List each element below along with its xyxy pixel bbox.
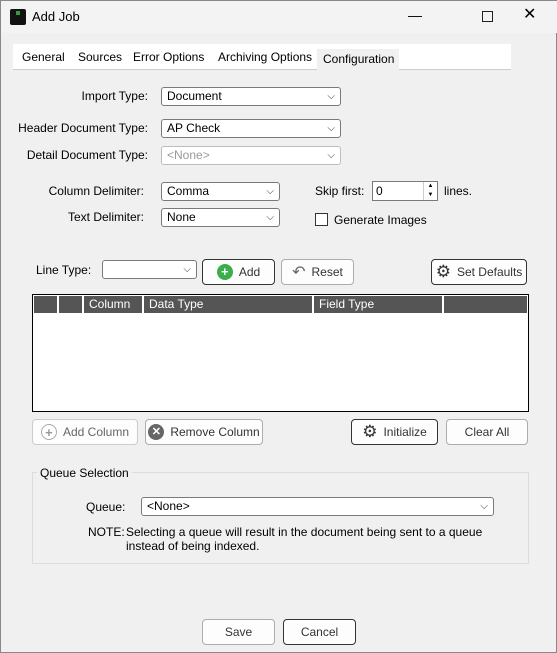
title-bar: Add Job — ✕ [1, 1, 557, 33]
grid-header-field-type[interactable]: Field Type [316, 296, 444, 313]
detail-doc-type-label: Detail Document Type: [26, 148, 148, 162]
initialize-button[interactable]: ⚙ Initialize [351, 419, 438, 445]
text-delimiter-select[interactable]: None ⌵ [161, 208, 280, 227]
import-type-label: Import Type: [81, 89, 148, 103]
chevron-down-icon: ⌵ [480, 501, 488, 512]
save-label: Save [224, 625, 253, 639]
grid-header-cell[interactable] [59, 296, 84, 313]
text-delimiter-label: Text Delimiter: [67, 210, 144, 224]
cancel-button[interactable]: Cancel [283, 619, 356, 645]
close-button[interactable]: ✕ [523, 7, 536, 23]
columns-grid[interactable]: Column Data Type Field Type [32, 294, 529, 412]
column-delimiter-select[interactable]: Comma ⌵ [161, 182, 280, 201]
maximize-button[interactable] [482, 11, 493, 22]
queue-group-title: Queue Selection [37, 466, 132, 480]
skip-first-value: 0 [376, 184, 383, 198]
generate-images-label: Generate Images [334, 213, 427, 227]
import-type-select[interactable]: Document ⌵ [161, 87, 341, 106]
minimize-button[interactable]: — [408, 8, 422, 22]
x-circle-icon: ✕ [148, 424, 165, 440]
grid-header-cell[interactable] [34, 296, 59, 313]
clear-all-label: Clear All [464, 425, 510, 439]
cancel-label: Cancel [300, 625, 339, 639]
add-label: Add [238, 265, 261, 279]
tab-archiving-options[interactable]: Archiving Options [212, 45, 318, 70]
add-line-type-button[interactable]: + Add [202, 259, 275, 285]
chevron-down-icon: ⌵ [327, 123, 335, 134]
text-delimiter-value: None [167, 210, 196, 224]
spinner-buttons[interactable]: ▲ ▼ [423, 182, 437, 200]
chevron-down-icon: ⌵ [327, 150, 335, 161]
app-logo-icon [10, 9, 26, 25]
set-defaults-button[interactable]: ⚙ Set Defaults [431, 259, 527, 285]
header-doc-type-value: AP Check [167, 121, 221, 135]
skip-first-spinner[interactable]: 0 ▲ ▼ [372, 181, 438, 201]
chevron-down-icon: ⌵ [183, 264, 191, 275]
detail-doc-type-value: <None> [167, 148, 210, 162]
note-text-1: Selecting a queue will result in the doc… [126, 525, 483, 539]
remove-column-button[interactable]: ✕ Remove Column [145, 419, 263, 445]
plus-circle-icon: + [216, 264, 233, 280]
header-doc-type-label: Header Document Type: [18, 121, 148, 135]
queue-label: Queue: [86, 500, 126, 514]
queue-select[interactable]: <None> ⌵ [141, 497, 494, 516]
chevron-down-icon: ⌵ [266, 186, 274, 197]
gear-icon: ⚙ [435, 262, 451, 281]
undo-arrow-icon: ↶ [292, 264, 306, 281]
gear-icon: ⚙ [362, 422, 378, 441]
column-delimiter-label: Column Delimiter: [48, 184, 144, 198]
import-type-value: Document [167, 89, 222, 103]
tab-configuration[interactable]: Configuration [317, 49, 399, 70]
header-doc-type-select[interactable]: AP Check ⌵ [161, 119, 341, 138]
column-delimiter-value: Comma [167, 184, 210, 198]
save-button[interactable]: Save [202, 619, 275, 645]
queue-selection-group [32, 472, 529, 564]
reset-label: Reset [311, 265, 343, 279]
generate-images-checkbox[interactable] [315, 213, 328, 226]
skip-first-label: Skip first: [315, 184, 365, 198]
chevron-down-icon: ⌵ [266, 212, 274, 223]
grid-header-data-type[interactable]: Data Type [146, 296, 314, 313]
plus-circle-icon: + [40, 424, 57, 440]
clear-all-button[interactable]: Clear All [446, 419, 528, 445]
tab-general[interactable]: General [16, 45, 71, 70]
detail-doc-type-select[interactable]: <None> ⌵ [161, 146, 341, 165]
line-type-select[interactable]: ⌵ [102, 260, 197, 279]
tab-error-options[interactable]: Error Options [127, 45, 210, 70]
note-label: NOTE: [88, 525, 125, 539]
chevron-down-icon: ⌵ [327, 91, 335, 102]
set-defaults-label: Set Defaults [456, 265, 523, 279]
grid-header: Column Data Type Field Type [34, 296, 527, 313]
queue-value: <None> [147, 499, 190, 513]
grid-header-column[interactable]: Column [86, 296, 144, 313]
initialize-label: Initialize [383, 425, 427, 439]
window-title: Add Job [32, 9, 80, 24]
add-column-button[interactable]: + Add Column [32, 419, 138, 445]
line-type-label: Line Type: [36, 263, 92, 277]
note-text-2: instead of being indexed. [126, 539, 260, 553]
reset-button[interactable]: ↶ Reset [281, 259, 354, 285]
skip-first-suffix: lines. [444, 184, 473, 198]
tab-sources[interactable]: Sources [72, 45, 128, 70]
remove-column-label: Remove Column [170, 425, 260, 439]
add-column-label: Add Column [62, 425, 130, 439]
